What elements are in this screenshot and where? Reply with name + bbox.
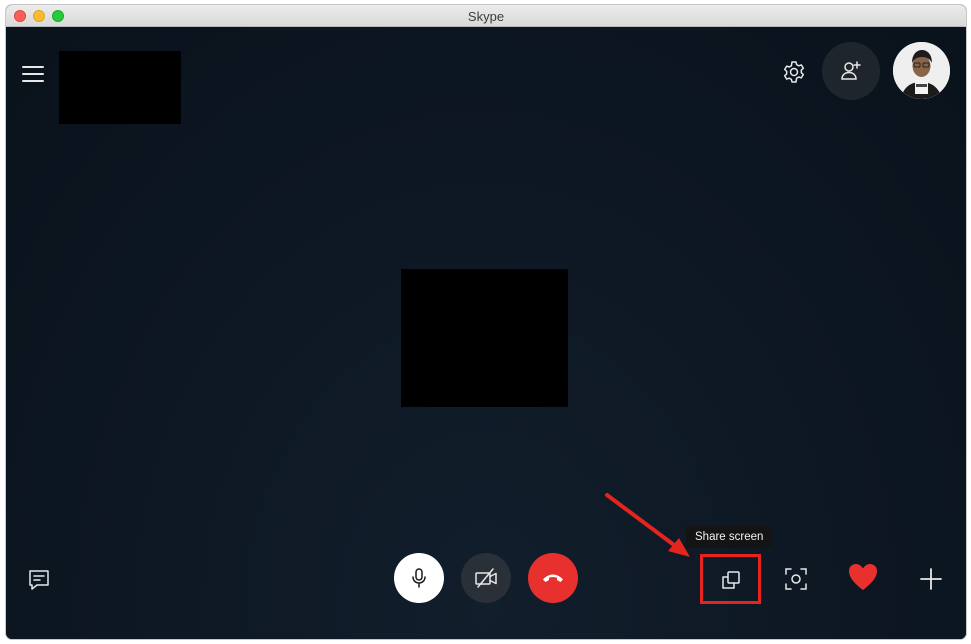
hang-up-button[interactable] <box>528 553 578 603</box>
share-screen-button[interactable] <box>701 555 761 605</box>
plus-icon[interactable] <box>919 567 943 591</box>
share-screen-icon <box>722 571 740 589</box>
call-stage: Share screen <box>6 27 966 639</box>
window-title: Skype <box>467 9 505 24</box>
hamburger-menu-icon[interactable] <box>22 66 44 84</box>
avatar[interactable] <box>893 42 950 99</box>
person-add-icon <box>841 61 861 80</box>
microphone-icon <box>412 568 426 588</box>
title-bar: Skype <box>6 5 966 27</box>
chat-bubble-icon[interactable] <box>26 567 52 593</box>
video-toggle-button[interactable] <box>461 553 511 603</box>
redacted-participant-name <box>59 51 181 124</box>
phone-hangup-icon <box>543 574 563 582</box>
camera-snapshot-icon[interactable] <box>782 565 810 593</box>
redacted-participant-video <box>401 269 568 407</box>
add-participant-button[interactable] <box>822 42 880 100</box>
skype-window: Skype Share screen <box>6 5 966 639</box>
microphone-button[interactable] <box>394 553 444 603</box>
gear-icon[interactable] <box>781 59 807 85</box>
share-screen-tooltip: Share screen <box>686 526 773 548</box>
video-camera-off-icon <box>475 568 497 588</box>
heart-icon[interactable] <box>847 562 879 592</box>
